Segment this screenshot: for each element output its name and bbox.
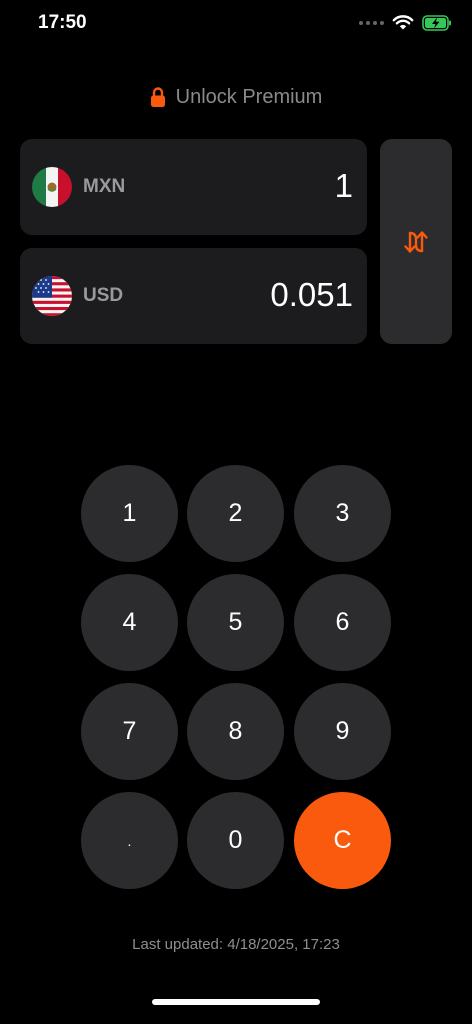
unlock-premium-label: Unlock Premium: [175, 85, 323, 108]
key-1[interactable]: 1: [81, 465, 178, 562]
usa-flag-icon: [32, 276, 72, 316]
status-bar: 17:50: [0, 0, 472, 48]
key-2[interactable]: 2: [187, 465, 284, 562]
from-currency-amount: 1: [334, 167, 353, 204]
from-currency-card[interactable]: MXN 1: [20, 139, 367, 235]
swap-arrows-icon: [404, 230, 428, 253]
last-updated-text: Last updated: 4/18/2025, 17:23: [132, 936, 340, 953]
wifi-icon: [392, 15, 414, 30]
from-currency-code: MXN: [83, 176, 126, 197]
battery-charging-icon: [422, 14, 451, 31]
key-4[interactable]: 4: [81, 574, 178, 671]
key-9[interactable]: 9: [294, 683, 391, 780]
key-decimal[interactable]: .: [81, 792, 178, 889]
key-5[interactable]: 5: [187, 574, 284, 671]
to-currency-amount: 0.051: [270, 276, 353, 313]
unlock-premium-button[interactable]: Unlock Premium: [0, 82, 472, 112]
to-currency-card[interactable]: USD 0.051: [20, 248, 367, 344]
key-8[interactable]: 8: [187, 683, 284, 780]
keypad: 1 2 3 4 5 6 7 8 9 . 0 C: [81, 465, 391, 889]
swap-currencies-button[interactable]: [380, 139, 452, 344]
key-3[interactable]: 3: [294, 465, 391, 562]
key-clear[interactable]: C: [294, 792, 391, 889]
key-6[interactable]: 6: [294, 574, 391, 671]
home-indicator[interactable]: [152, 999, 320, 1005]
key-7[interactable]: 7: [81, 683, 178, 780]
status-time: 17:50: [38, 12, 87, 33]
mexico-flag-icon: [32, 167, 72, 207]
key-0[interactable]: 0: [187, 792, 284, 889]
to-currency-code: USD: [83, 285, 124, 306]
lock-icon: [150, 87, 165, 107]
status-icons: [359, 14, 452, 31]
cellular-signal-icon: [359, 20, 384, 25]
